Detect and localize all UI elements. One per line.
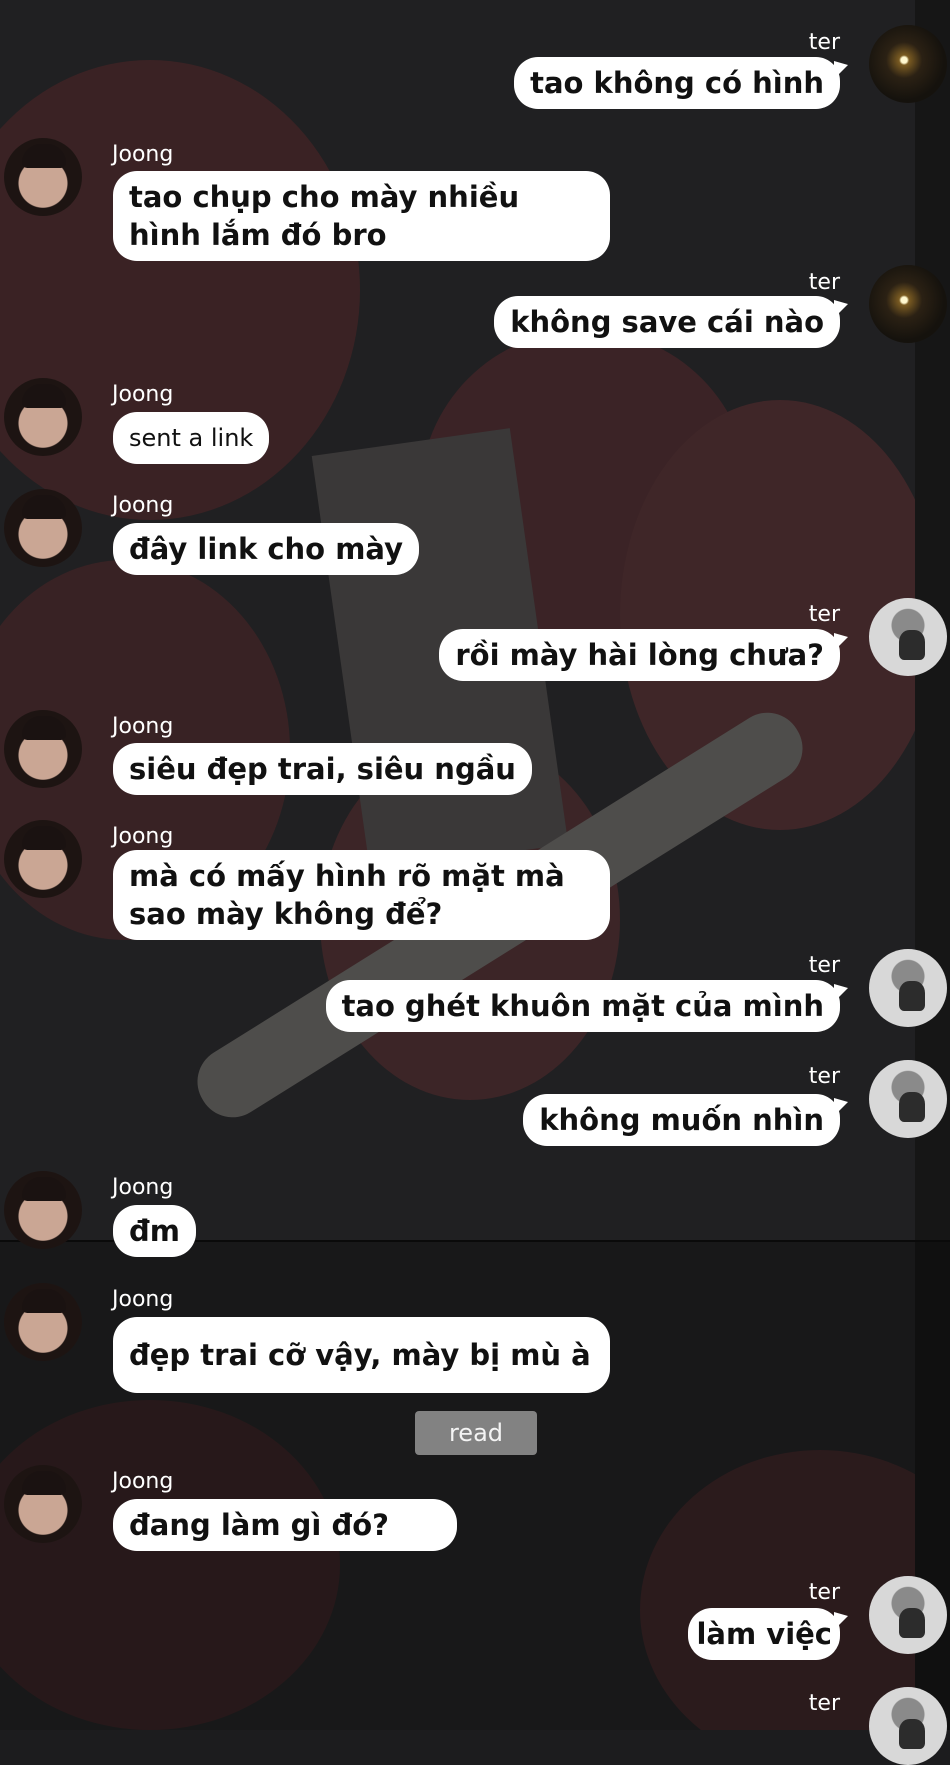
sender-name-joong: Joong bbox=[112, 142, 174, 167]
sender-name-ter: ter bbox=[808, 1580, 840, 1605]
sender-name-ter: ter bbox=[808, 30, 840, 55]
message-bubble-2[interactable]: tao chụp cho mày nhiều hình lắm đó bro bbox=[113, 171, 610, 261]
sender-name-ter: ter bbox=[808, 953, 840, 978]
sender-name-joong: Joong bbox=[112, 1287, 174, 1312]
joong-avatar[interactable] bbox=[4, 1283, 82, 1361]
joong-avatar[interactable] bbox=[4, 710, 82, 788]
joong-avatar[interactable] bbox=[4, 138, 82, 216]
message-bubble-14[interactable]: làm việc bbox=[688, 1608, 848, 1660]
joong-avatar[interactable] bbox=[4, 820, 82, 898]
message-bubble-9[interactable]: tao ghét khuôn mặt của mình bbox=[325, 980, 849, 1032]
sender-name-ter: ter bbox=[808, 1691, 840, 1716]
message-bubble-1[interactable]: tao không có hình bbox=[514, 57, 848, 109]
ter-avatar[interactable] bbox=[869, 949, 947, 1027]
joong-avatar[interactable] bbox=[4, 1171, 82, 1249]
message-bubble-12[interactable]: đẹp trai cỡ vậy, mày bị mù à bbox=[113, 1317, 610, 1393]
read-receipt-badge: read bbox=[415, 1411, 537, 1455]
sender-name-joong: Joong bbox=[112, 493, 174, 518]
message-bubble-6[interactable]: rồi mày hài lòng chưa? bbox=[439, 629, 848, 681]
message-bubble-13[interactable]: đang làm gì đó? bbox=[113, 1499, 457, 1551]
message-bubble-11[interactable]: đm bbox=[113, 1205, 196, 1257]
sender-name-joong: Joong bbox=[112, 382, 174, 407]
ter-avatar[interactable] bbox=[869, 265, 947, 343]
ter-avatar[interactable] bbox=[869, 1687, 947, 1765]
sender-name-joong: Joong bbox=[112, 824, 174, 849]
message-bubble-10[interactable]: không muốn nhìn bbox=[523, 1094, 848, 1146]
ter-avatar[interactable] bbox=[869, 598, 947, 676]
sender-name-joong: Joong bbox=[112, 714, 174, 739]
ter-avatar[interactable] bbox=[869, 25, 947, 103]
sender-name-joong: Joong bbox=[112, 1469, 174, 1494]
sender-name-ter: ter bbox=[808, 270, 840, 295]
message-bubble-8[interactable]: mà có mấy hình rõ mặt mà sao mày không đ… bbox=[113, 850, 610, 940]
link-message-bubble[interactable]: sent a link bbox=[113, 412, 270, 464]
message-bubble-5[interactable]: đây link cho mày bbox=[113, 523, 419, 575]
joong-avatar[interactable] bbox=[4, 378, 82, 456]
message-bubble-3[interactable]: không save cái nào bbox=[494, 296, 848, 348]
sender-name-joong: Joong bbox=[112, 1175, 174, 1200]
joong-avatar[interactable] bbox=[4, 489, 82, 567]
joong-avatar[interactable] bbox=[4, 1465, 82, 1543]
sender-name-ter: ter bbox=[808, 602, 840, 627]
sender-name-ter: ter bbox=[808, 1064, 840, 1089]
message-bubble-7[interactable]: siêu đẹp trai, siêu ngầu bbox=[113, 743, 532, 795]
ter-avatar[interactable] bbox=[869, 1060, 947, 1138]
ter-avatar[interactable] bbox=[869, 1576, 947, 1654]
